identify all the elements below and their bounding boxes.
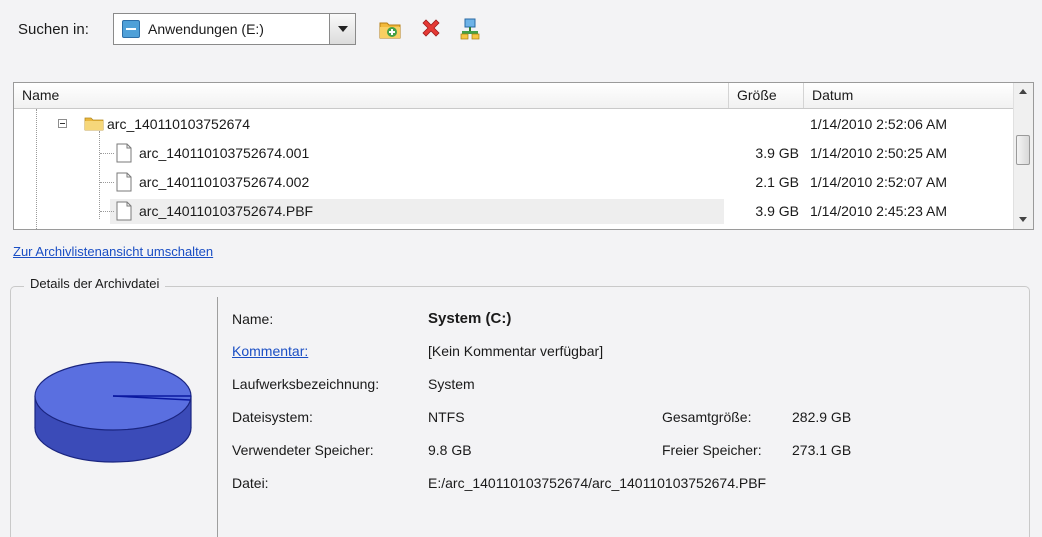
- folder-icon: [84, 117, 104, 131]
- volume-label: Laufwerksbezeichnung:: [232, 376, 380, 392]
- volume-value: System: [428, 376, 475, 392]
- free-space-label: Freier Speicher:: [662, 442, 762, 458]
- delete-icon[interactable]: [419, 17, 443, 41]
- list-item[interactable]: arc_140110103752674 1/14/2010 2:52:06 AM: [14, 110, 1014, 139]
- file-path-label: Datei:: [232, 475, 269, 491]
- comment-value: [Kein Kommentar verfügbar]: [428, 343, 604, 359]
- tree-branch-line: [100, 182, 114, 183]
- disk-usage-pie: [34, 361, 192, 463]
- file-name: arc_140110103752674.001: [139, 145, 310, 161]
- location-value: Anwendungen (E:): [148, 21, 264, 37]
- collapse-icon[interactable]: [58, 119, 67, 128]
- file-path-value: E:/arc_140110103752674/arc_1401101037526…: [428, 475, 767, 491]
- file-icon: [116, 172, 132, 192]
- list-item[interactable]: arc_140110103752674.002 2.1 GB 1/14/2010…: [14, 168, 1014, 197]
- location-combobox[interactable]: Anwendungen (E:): [113, 13, 356, 45]
- name-value: System (C:): [428, 310, 512, 327]
- column-header-date[interactable]: Datum: [804, 83, 1004, 108]
- total-size-value: 282.9 GB: [792, 409, 852, 425]
- comment-link[interactable]: Kommentar:: [232, 343, 308, 359]
- free-space-value: 273.1 GB: [792, 442, 852, 458]
- file-date: 1/14/2010 2:45:23 AM: [810, 203, 947, 219]
- file-icon: [116, 143, 132, 163]
- file-name: arc_140110103752674: [107, 116, 250, 132]
- drive-icon: [122, 20, 140, 38]
- chevron-down-icon[interactable]: [329, 14, 355, 44]
- file-date: 1/14/2010 2:50:25 AM: [810, 145, 947, 161]
- details-divider: [217, 297, 218, 537]
- scroll-down-icon[interactable]: [1014, 210, 1033, 229]
- list-item[interactable]: arc_140110103752674.001 3.9 GB 1/14/2010…: [14, 139, 1014, 168]
- tree-branch-line: [100, 211, 114, 212]
- filesystem-value: NTFS: [428, 409, 465, 425]
- vertical-scrollbar[interactable]: [1013, 83, 1033, 229]
- column-header-name[interactable]: Name: [14, 83, 729, 108]
- tree-branch-line: [100, 153, 114, 154]
- new-folder-icon[interactable]: [378, 17, 402, 41]
- details-group-title: Details der Archivdatei: [24, 276, 166, 291]
- filesystem-label: Dateisystem:: [232, 409, 313, 425]
- archive-file-list[interactable]: Name Größe Datum arc_140110103752674 1/1…: [13, 82, 1034, 230]
- scroll-thumb[interactable]: [1016, 135, 1030, 165]
- file-date: 1/14/2010 2:52:06 AM: [810, 116, 947, 132]
- switch-to-archive-list-link[interactable]: Zur Archivlistenansicht umschalten: [13, 244, 213, 259]
- total-size-label: Gesamtgröße:: [662, 409, 752, 425]
- column-header-size[interactable]: Größe: [729, 83, 804, 108]
- network-icon[interactable]: [458, 17, 482, 41]
- list-header: Name Größe Datum: [14, 83, 1014, 109]
- file-icon: [116, 201, 132, 221]
- file-size: 3.9 GB: [755, 203, 799, 219]
- used-space-label: Verwendeter Speicher:: [232, 442, 374, 458]
- used-space-value: 9.8 GB: [428, 442, 472, 458]
- name-label: Name:: [232, 311, 274, 327]
- list-item-selected[interactable]: arc_140110103752674.PBF 3.9 GB 1/14/2010…: [14, 197, 1014, 226]
- file-size: 3.9 GB: [755, 145, 799, 161]
- scroll-up-icon[interactable]: [1014, 83, 1033, 102]
- file-name: arc_140110103752674.PBF: [139, 203, 314, 219]
- search-in-label: Suchen in:: [18, 21, 89, 38]
- file-date: 1/14/2010 2:52:07 AM: [810, 174, 947, 190]
- file-size: 2.1 GB: [755, 174, 799, 190]
- file-name: arc_140110103752674.002: [139, 174, 310, 190]
